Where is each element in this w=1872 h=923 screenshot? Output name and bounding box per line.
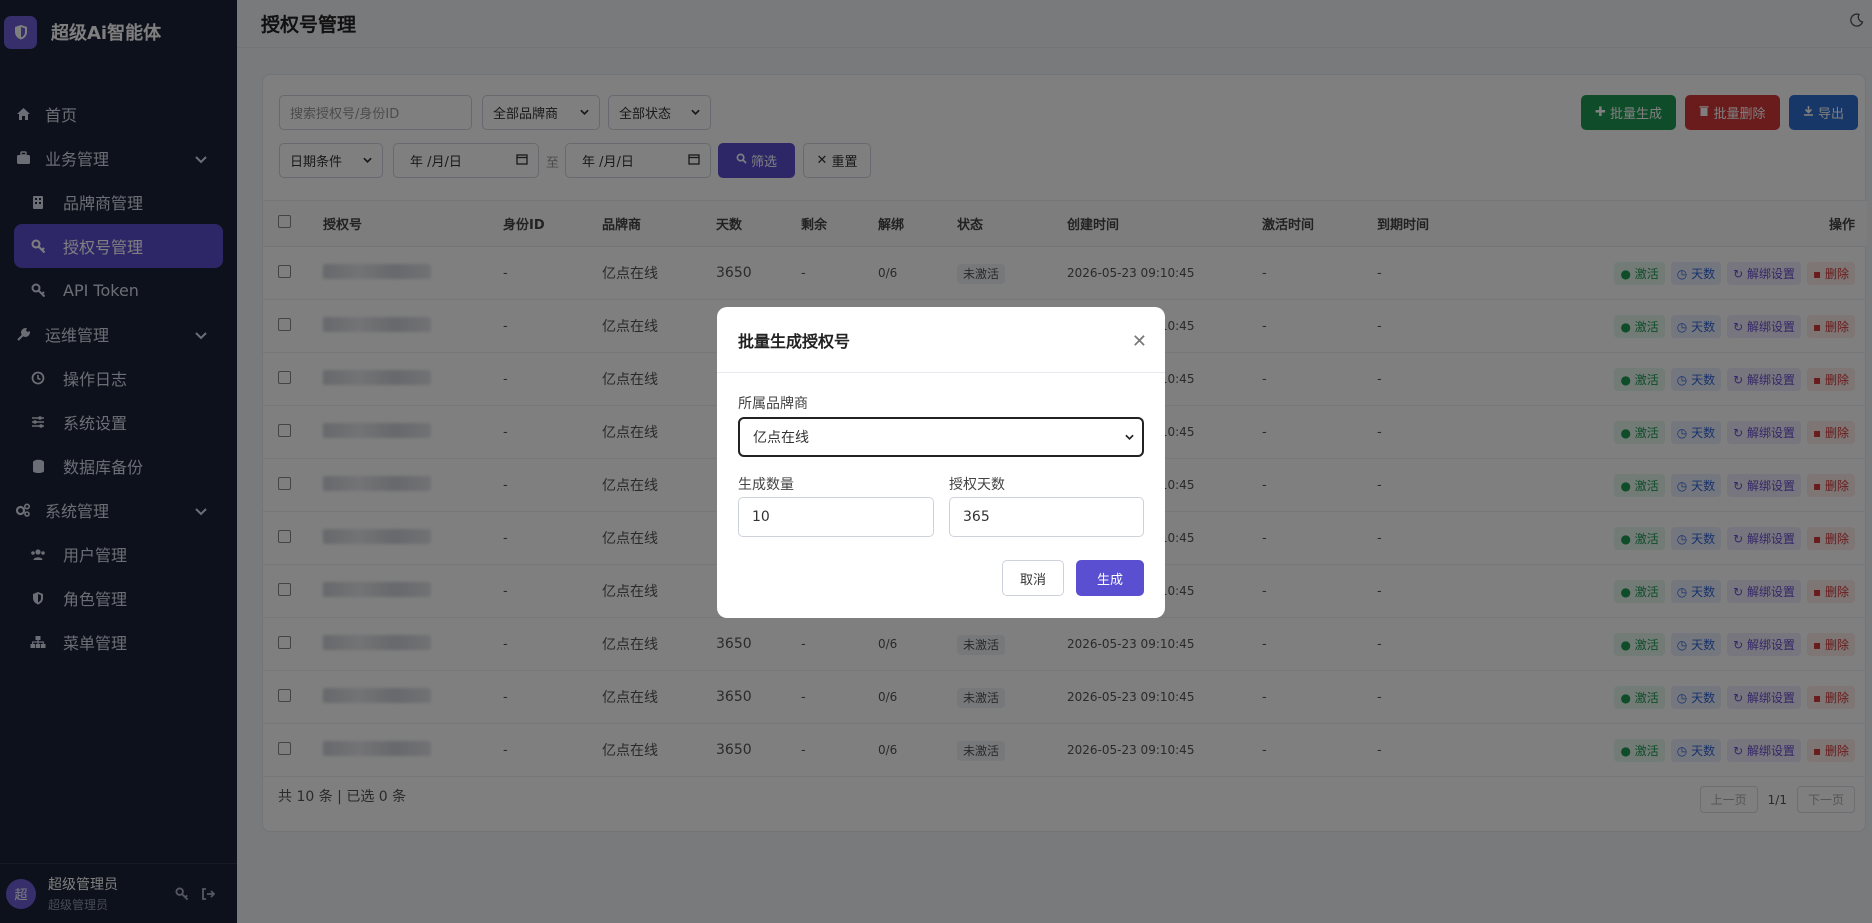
- count-input[interactable]: 10: [738, 497, 934, 537]
- days-label: 授权天数: [949, 477, 1005, 493]
- brand-label: 所属品牌商: [738, 396, 808, 412]
- modal-title: 批量生成授权号: [738, 331, 851, 351]
- count-label: 生成数量: [738, 477, 794, 493]
- modal-header: 批量生成授权号 ✕: [717, 307, 1165, 373]
- generate-button[interactable]: 生成: [1076, 560, 1144, 596]
- select-value: 亿点在线: [753, 430, 809, 446]
- batch-create-modal: 批量生成授权号 ✕ 所属品牌商 亿点在线 生成数量 10 授权天数 365 取消…: [717, 307, 1165, 618]
- chevron-down-icon: [1125, 429, 1134, 445]
- days-input[interactable]: 365: [949, 497, 1144, 537]
- close-icon[interactable]: ✕: [1132, 331, 1147, 352]
- brand-select[interactable]: 亿点在线: [738, 417, 1144, 457]
- cancel-button[interactable]: 取消: [1002, 560, 1064, 596]
